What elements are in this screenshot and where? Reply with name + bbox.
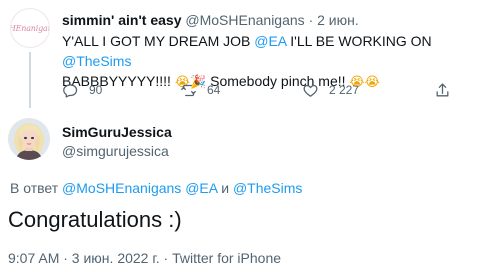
retweet-icon <box>181 84 196 96</box>
thread-line <box>29 52 31 108</box>
share-icon <box>436 82 449 96</box>
parent-handle[interactable]: @MoSHEnanigans <box>185 12 304 28</box>
reply-icon <box>63 83 78 98</box>
replying-to: В ответ @MoSHEnanigans @EA и @TheSims <box>10 180 302 196</box>
avatar-logo-text: SHEnanigans <box>11 23 49 33</box>
mention-thesims[interactable]: @TheSims <box>62 53 131 69</box>
reply-count: 90 <box>89 83 103 97</box>
parent-avatar[interactable]: SHEnanigans <box>10 8 50 48</box>
tweet-timestamp[interactable]: 9:07 AM · 3 июн. 2022 г. · Twitter for i… <box>8 250 281 266</box>
reply-button[interactable]: 90 <box>62 80 102 100</box>
mention-ea[interactable]: @EA <box>254 33 286 49</box>
text-segment: I'LL BE WORKING ON <box>286 33 432 49</box>
parent-tweet-header: simmin' ain't easy @MoSHEnanigans · 2 ию… <box>62 12 359 28</box>
tweet-action-bar: 90 64 2 227 <box>62 80 462 100</box>
like-count: 2 227 <box>329 83 360 97</box>
mention-thesims[interactable]: @TheSims <box>233 180 302 196</box>
parent-date[interactable]: 2 июн. <box>317 12 359 28</box>
retweet-button[interactable]: 64 <box>180 80 220 100</box>
text-segment: Y'ALL I GOT MY DREAM JOB <box>62 33 255 49</box>
reply-and: и <box>217 180 233 196</box>
mention-ea[interactable]: @EA <box>185 180 217 196</box>
separator-dot: · <box>308 12 314 28</box>
parent-tweet[interactable]: SHEnanigans simmin' ain't easy @MoSHEnan… <box>0 0 500 108</box>
like-button[interactable]: 2 227 <box>302 80 359 100</box>
main-tweet-text: Congratulations :) <box>8 207 182 232</box>
heart-icon <box>303 84 318 97</box>
main-avatar[interactable] <box>8 118 50 160</box>
parent-display-name[interactable]: simmin' ain't easy <box>62 12 182 28</box>
avatar-image <box>8 118 50 160</box>
mention-moshenanigans[interactable]: @MoSHEnanigans <box>62 180 181 196</box>
share-button[interactable] <box>434 80 451 100</box>
retweet-count: 64 <box>207 83 221 97</box>
reply-prefix: В ответ <box>10 180 63 196</box>
main-display-name[interactable]: SimGuruJessica <box>62 124 172 140</box>
main-handle[interactable]: @simgurujessica <box>62 143 169 159</box>
